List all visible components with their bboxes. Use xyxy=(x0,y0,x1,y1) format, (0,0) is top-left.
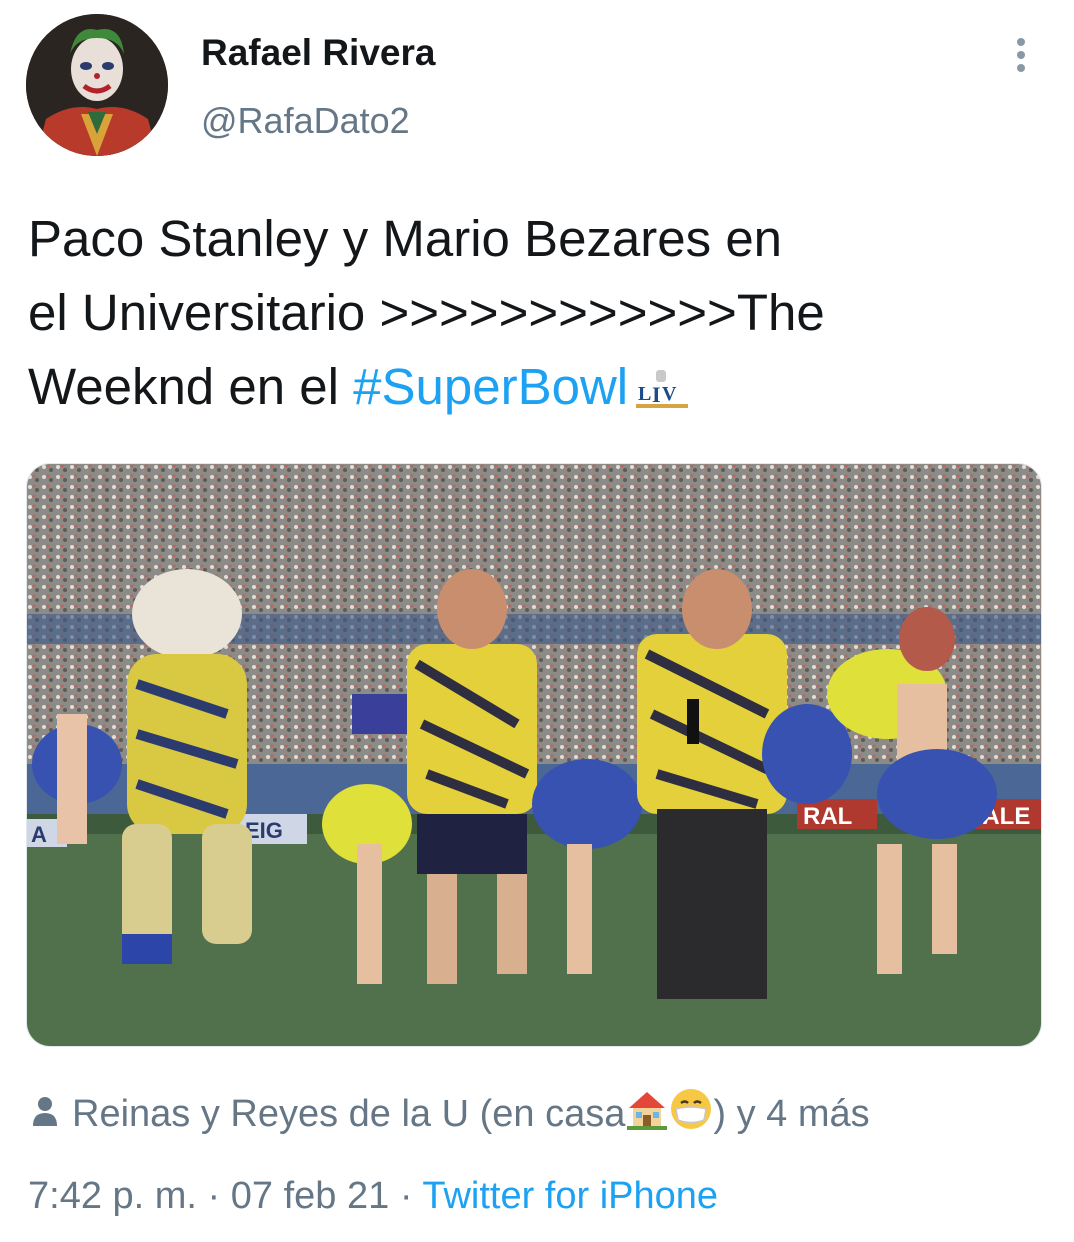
house-emoji xyxy=(625,1088,669,1140)
banner-text-far-left: A xyxy=(31,822,47,847)
more-options-icon[interactable] xyxy=(1002,34,1040,76)
mask-face-emoji xyxy=(669,1087,713,1141)
svg-text:L: L xyxy=(638,383,651,405)
tweet-media-image[interactable]: EIG A RAL RALE xyxy=(26,463,1042,1047)
tweet-text: Paco Stanley y Mario Bezares en el Unive… xyxy=(28,202,1038,430)
banner-text-right-1: RAL xyxy=(803,803,852,830)
joker-avatar-image xyxy=(26,14,168,156)
tweet-meta: 7:42 p. m. · 07 feb 21 · Twitter for iPh… xyxy=(28,1175,718,1218)
tagged-text-before: Reinas y Reyes de la U (en casa xyxy=(72,1092,626,1135)
author-handle[interactable]: @RafaDato2 xyxy=(201,100,410,142)
author-avatar[interactable] xyxy=(26,14,168,156)
stadium-photo: EIG A RAL RALE xyxy=(27,464,1041,1046)
superbowl-liv-emoji: LIV xyxy=(634,356,690,430)
svg-text:I: I xyxy=(652,382,661,407)
author-name[interactable]: Rafael Rivera xyxy=(201,32,435,74)
person-icon xyxy=(32,1093,58,1136)
separator-1: · xyxy=(207,1175,221,1217)
separator-2: · xyxy=(399,1175,413,1217)
tweet-source-link[interactable]: Twitter for iPhone xyxy=(422,1175,718,1217)
tagged-users[interactable]: Reinas y Reyes de la U (en casa ) y 4 má… xyxy=(32,1087,870,1141)
hashtag-link[interactable]: #SuperBowl xyxy=(353,358,628,415)
tweet-time[interactable]: 7:42 p. m. xyxy=(28,1175,197,1217)
tweet-date[interactable]: 07 feb 21 xyxy=(231,1175,389,1217)
svg-text:V: V xyxy=(662,383,677,405)
tagged-text-after: ) y 4 más xyxy=(713,1092,870,1135)
